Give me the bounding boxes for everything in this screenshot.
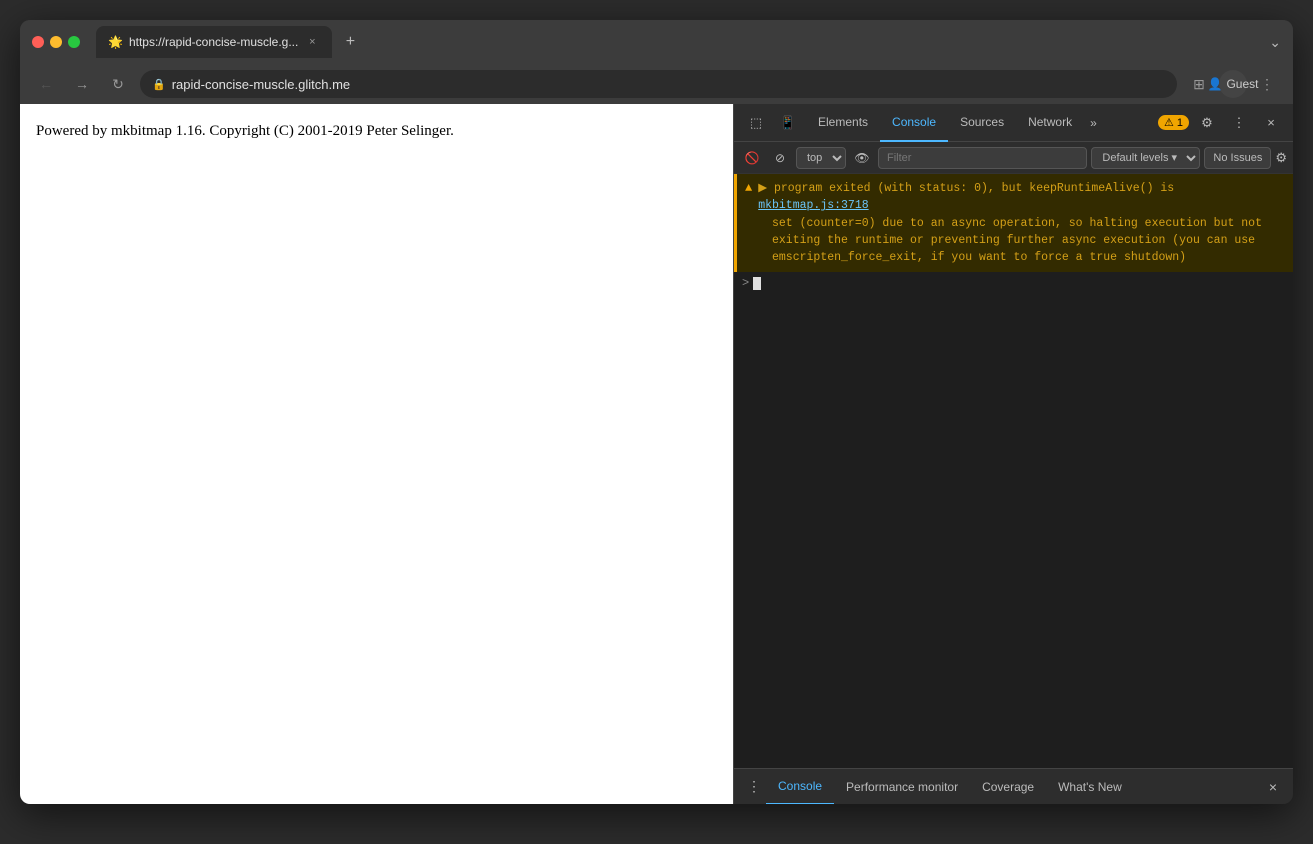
warning-badge[interactable]: ⚠ 1 — [1158, 115, 1189, 130]
address-actions: ⊞ 👤 Guest ⋮ — [1185, 70, 1281, 98]
main-area: Powered by mkbitmap 1.16. Copyright (C) … — [20, 104, 1293, 804]
warning-triangle-icon: ▲ — [745, 181, 752, 195]
maximize-window-button[interactable] — [68, 36, 80, 48]
console-prompt[interactable]: > — [734, 272, 1293, 294]
devtools-actions: ⚠ 1 ⚙ ⋮ × — [1158, 109, 1285, 137]
forward-button[interactable]: → — [68, 70, 96, 98]
title-bar: 🌟 https://rapid-concise-muscle.g... × + … — [20, 20, 1293, 64]
devtools-settings-button[interactable]: ⚙ — [1193, 109, 1221, 137]
bottom-tab-performance-monitor[interactable]: Performance monitor — [834, 769, 970, 805]
tab-bar: 🌟 https://rapid-concise-muscle.g... × + — [96, 26, 1261, 58]
bottom-tab-whats-new[interactable]: What's New — [1046, 769, 1134, 805]
console-output: ▲ ▶ program exited (with status: 0), but… — [734, 174, 1293, 768]
inspect-element-button[interactable]: ⬚ — [742, 109, 770, 137]
warning-count: 1 — [1177, 117, 1183, 129]
more-tabs-button[interactable]: » — [1084, 116, 1103, 130]
context-selector[interactable]: top — [796, 147, 846, 169]
bottom-menu-button[interactable]: ⋮ — [742, 775, 766, 799]
block-messages-button[interactable]: ⊘ — [768, 146, 792, 170]
tab-elements[interactable]: Elements — [806, 104, 880, 142]
browser-window: 🌟 https://rapid-concise-muscle.g... × + … — [20, 20, 1293, 804]
tab-title: https://rapid-concise-muscle.g... — [129, 35, 298, 49]
devtools-toolbar: ⬚ 📱 Elements Console Sources Network — [734, 104, 1293, 142]
bottom-tab-coverage[interactable]: Coverage — [970, 769, 1046, 805]
url-text: rapid-concise-muscle.glitch.me — [172, 77, 350, 92]
tab-favicon-icon: 🌟 — [108, 35, 123, 49]
warning-source-link[interactable]: mkbitmap.js:3718 — [758, 199, 868, 212]
url-bar[interactable]: 🔒 rapid-concise-muscle.glitch.me — [140, 70, 1177, 98]
prompt-arrow-icon: > — [742, 276, 749, 290]
eye-button[interactable]: 👁 — [850, 146, 874, 170]
new-tab-button[interactable]: + — [336, 28, 364, 56]
browser-tab[interactable]: 🌟 https://rapid-concise-muscle.g... × — [96, 26, 332, 58]
console-settings-icon[interactable]: ⚙ — [1275, 150, 1287, 166]
back-button[interactable]: ← — [32, 70, 60, 98]
console-toolbar: 🚫 ⊘ top 👁 Default levels ▾ No Issues ⚙ — [734, 142, 1293, 174]
tab-sources[interactable]: Sources — [948, 104, 1016, 142]
devtools-close-button[interactable]: × — [1257, 109, 1285, 137]
close-window-button[interactable] — [32, 36, 44, 48]
bottom-close-button[interactable]: × — [1261, 775, 1285, 799]
refresh-button[interactable]: ↻ — [104, 70, 132, 98]
warning-icon: ⚠ — [1164, 116, 1174, 129]
page-content-text: Powered by mkbitmap 1.16. Copyright (C) … — [36, 120, 717, 143]
profile-icon: 👤 — [1208, 77, 1223, 91]
log-levels-selector[interactable]: Default levels ▾ — [1091, 147, 1200, 169]
tab-network[interactable]: Network — [1016, 104, 1084, 142]
filter-input[interactable] — [878, 147, 1087, 169]
devtools-more-options-button[interactable]: ⋮ — [1225, 109, 1253, 137]
devtools-panel: ⬚ 📱 Elements Console Sources Network — [733, 104, 1293, 804]
tab-list-chevron-icon[interactable]: ⌄ — [1269, 34, 1281, 51]
profile-button[interactable]: 👤 Guest — [1219, 70, 1247, 98]
console-warning-message: ▲ ▶ program exited (with status: 0), but… — [734, 174, 1293, 272]
browser-content: Powered by mkbitmap 1.16. Copyright (C) … — [20, 104, 733, 804]
traffic-lights — [32, 36, 80, 48]
warning-text: ▶ program exited (with status: 0), but k… — [758, 180, 1285, 266]
tab-console[interactable]: Console — [880, 104, 948, 142]
no-issues-button[interactable]: No Issues — [1204, 147, 1271, 169]
lock-icon: 🔒 — [152, 78, 166, 91]
devtools-bottom-bar: ⋮ Console Performance monitor Coverage W… — [734, 768, 1293, 804]
tab-close-button[interactable]: × — [304, 34, 320, 50]
clear-console-button[interactable]: 🚫 — [740, 146, 764, 170]
devtools-tabs: Elements Console Sources Network » — [806, 104, 1154, 142]
cursor-indicator — [753, 277, 761, 290]
device-toolbar-button[interactable]: 📱 — [774, 109, 802, 137]
chrome-menu-button[interactable]: ⋮ — [1253, 70, 1281, 98]
bottom-tab-console[interactable]: Console — [766, 769, 834, 805]
minimize-window-button[interactable] — [50, 36, 62, 48]
address-bar: ← → ↻ 🔒 rapid-concise-muscle.glitch.me ⊞… — [20, 64, 1293, 104]
